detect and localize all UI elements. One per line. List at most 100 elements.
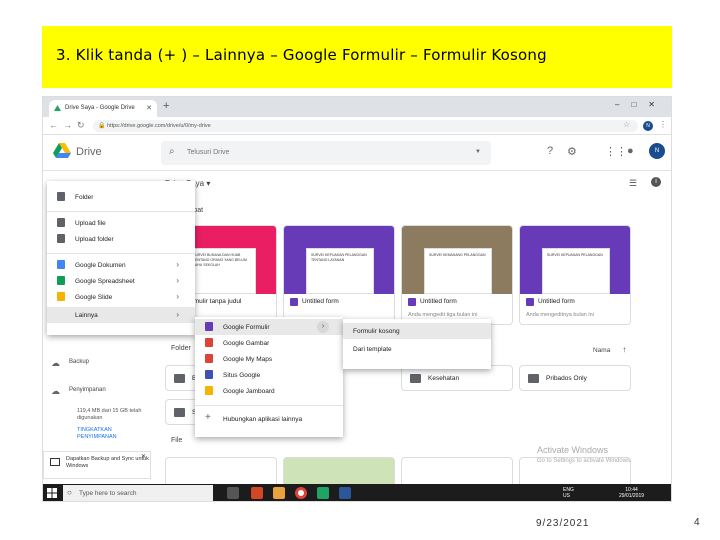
new-item-menu: Folder Upload file Upload folder Google …	[47, 181, 195, 335]
address-bar: ← → ↻ 🔒 https://drive.google.com/drive/u…	[43, 117, 671, 135]
gear-icon[interactable]: ⚙	[567, 145, 577, 158]
upgrade-storage-link[interactable]: TINGKATKAN PENYIMPANAN	[77, 427, 137, 441]
menu-item-connect-more-apps[interactable]: + Hubungkan aplikasi lainnya	[195, 411, 343, 427]
browser-profile-avatar[interactable]: N	[643, 121, 653, 131]
quick-access-card[interactable]: SURVEI KEPUASAN PELANGGAN TENTANG LAYANA…	[283, 225, 395, 325]
back-icon[interactable]: ←	[49, 120, 58, 130]
chevron-right-icon: ›	[176, 310, 179, 319]
menu-divider	[47, 211, 195, 212]
chevron-right-icon: ›	[176, 260, 179, 269]
close-tab-icon[interactable]: ✕	[146, 104, 152, 112]
mymaps-icon	[205, 354, 213, 363]
backup-sync-promo[interactable]: Dapatkan Backup and Sync untuk Windows ✕	[43, 451, 151, 479]
file-upload-icon	[57, 218, 65, 227]
chrome-icon[interactable]	[295, 487, 307, 499]
bookmark-star-icon[interactable]: ☆	[623, 120, 630, 129]
sheets-icon	[57, 276, 65, 285]
sort-arrow-icon: ↑	[622, 345, 627, 354]
card-thumbnail: SURVEI KEMASANG PELANGGAN	[402, 226, 512, 294]
file-explorer-icon[interactable]	[273, 487, 285, 499]
card-thumbnail: SURVEI KEPUASAN PELANGGAN	[520, 226, 630, 294]
plus-icon: +	[205, 412, 211, 423]
cloud-icon: ☁	[51, 358, 60, 368]
drive-logo-icon	[53, 143, 71, 158]
jamboard-icon	[205, 386, 213, 395]
menu-item-blank-form[interactable]: Formulir kosong	[343, 323, 491, 339]
card-thumbnail: SURVEI KEPUASAN PELANGGAN TENTANG LAYANA…	[284, 226, 394, 294]
slide-title: 3. Klik tanda (+ ) – Lainnya – Google Fo…	[56, 46, 547, 64]
docs-icon	[57, 260, 65, 269]
menu-item-google-drawings[interactable]: Google Gambar	[195, 335, 343, 351]
sidebar-item-storage[interactable]: ☁ Penyimpanan	[43, 386, 106, 396]
menu-item-google-docs[interactable]: Google Dokumen ›	[47, 257, 195, 273]
system-clock[interactable]: 10:44 29/01/2019	[619, 487, 644, 499]
chevron-right-icon[interactable]: ›	[317, 321, 329, 333]
menu-divider	[47, 253, 195, 254]
menu-divider	[195, 405, 343, 406]
folder-item[interactable]: Pribados Only	[519, 365, 631, 391]
menu-item-google-jamboard[interactable]: Google Jamboard	[195, 383, 343, 399]
folder-upload-icon	[57, 234, 65, 243]
slide-date: 9/23/2021	[536, 518, 590, 529]
menu-item-more[interactable]: Lainnya ›	[47, 307, 195, 323]
reload-icon[interactable]: ↻	[77, 120, 85, 131]
sidebar-item-backup[interactable]: ☁ Backup	[43, 358, 89, 368]
forms-icon	[205, 322, 213, 331]
app-icon[interactable]	[317, 487, 329, 499]
browser-tab[interactable]: Drive Saya - Google Drive ✕	[49, 100, 157, 117]
chevron-right-icon: ›	[176, 292, 179, 301]
storage-usage-text: 119,4 MB dari 15 GB telah digunakan	[77, 408, 142, 421]
task-view-icon[interactable]	[227, 487, 239, 499]
quick-access-card[interactable]: SURVEI KEPUASAN PELANGGAN Untitled form …	[519, 225, 631, 325]
menu-item-upload-folder[interactable]: Upload folder	[47, 231, 195, 247]
slides-icon	[57, 292, 65, 301]
tab-title: Drive Saya - Google Drive	[65, 105, 135, 111]
more-apps-submenu: Google Formulir › Google Gambar Google M…	[195, 317, 343, 437]
slide-title-banner: 3. Klik tanda (+ ) – Lainnya – Google Fo…	[42, 26, 672, 88]
list-view-icon[interactable]: ☰	[629, 178, 637, 189]
menu-item-google-sites[interactable]: Situs Google	[195, 367, 343, 383]
drawings-icon	[205, 338, 213, 347]
windows-taskbar: Type here to search ENG US 10:44 29/01/2…	[43, 484, 671, 501]
card-name: Untitled form	[408, 298, 457, 306]
card-subtitle: Anda mengedit tiga bulan ini	[408, 312, 478, 318]
menu-item-google-forms[interactable]: Google Formulir ›	[195, 319, 343, 335]
sort-by-name[interactable]: Nama ↑	[593, 345, 626, 354]
url-field[interactable]: 🔒 https://drive.google.com/drive/u/0/my-…	[93, 120, 638, 132]
help-icon[interactable]: ?	[547, 145, 553, 157]
activate-windows-title: Activate Windows	[537, 445, 609, 455]
card-subtitle: Anda mengeditnya bulan ini	[526, 312, 594, 318]
drive-search-input[interactable]: ⌕ Telusuri Drive ▼	[161, 141, 491, 165]
menu-item-from-template[interactable]: Dari template	[343, 341, 491, 357]
quick-access-card[interactable]: SURVEI KEMASANG PELANGGAN Untitled form …	[401, 225, 513, 325]
drive-title[interactable]: Drive	[76, 146, 102, 158]
new-tab-icon[interactable]: +	[163, 100, 169, 112]
drive-favicon-icon	[54, 105, 61, 111]
menu-item-google-my-maps[interactable]: Google My Maps	[195, 351, 343, 367]
info-icon[interactable]: i	[651, 177, 661, 187]
close-icon[interactable]: ✕	[141, 454, 146, 461]
window-controls[interactable]: –□✕	[615, 100, 667, 109]
browser-menu-icon[interactable]: ⋮	[659, 120, 667, 129]
card-name: Untitled form	[526, 298, 575, 306]
account-avatar[interactable]: N	[649, 143, 665, 159]
powerpoint-icon[interactable]	[251, 487, 263, 499]
chevron-right-icon: ›	[176, 276, 179, 285]
word-icon[interactable]	[339, 487, 351, 499]
menu-item-folder[interactable]: Folder	[47, 189, 195, 205]
monitor-icon	[50, 458, 60, 466]
slide-page-number: 4	[694, 517, 700, 528]
taskbar-search-input[interactable]: Type here to search	[63, 485, 213, 501]
url-text: https://drive.google.com/drive/u/0/my-dr…	[107, 123, 211, 129]
activate-windows-subtitle: Go to Settings to activate Windows.	[537, 458, 632, 464]
language-indicator[interactable]: ENG US	[563, 487, 574, 499]
windows-start-icon[interactable]	[47, 488, 57, 498]
search-options-icon[interactable]: ▼	[475, 149, 481, 155]
folder-icon	[57, 192, 65, 201]
forward-icon[interactable]: →	[63, 120, 72, 130]
apps-grid-icon[interactable]: ⋮⋮	[605, 145, 627, 158]
menu-item-google-sheets[interactable]: Google Spreadsheet ›	[47, 273, 195, 289]
menu-item-upload-file[interactable]: Upload file	[47, 215, 195, 231]
notifications-icon[interactable]: ●	[627, 145, 634, 157]
menu-item-google-slides[interactable]: Google Slide ›	[47, 289, 195, 305]
